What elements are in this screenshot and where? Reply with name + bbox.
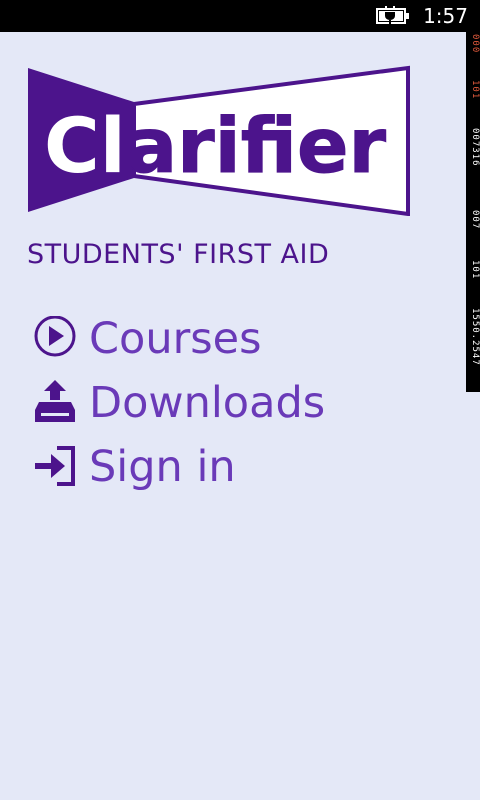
menu-label-downloads: Downloads — [89, 378, 326, 428]
debug-counter: 007316 — [470, 128, 480, 167]
status-clock: 1:57 — [423, 4, 468, 28]
debug-counter: 101 — [470, 260, 480, 280]
status-bar: 1:57 — [0, 0, 480, 32]
debug-counter: 101 — [470, 80, 480, 100]
menu-label-sign-in: Sign in — [89, 442, 236, 492]
battery-charging-icon — [376, 6, 409, 24]
app-subtitle: STUDENTS' FIRST AID — [27, 239, 330, 270]
download-tray-icon — [35, 380, 75, 422]
debug-counter: 000 — [470, 34, 480, 54]
menu-item-downloads[interactable]: Downloads — [30, 372, 370, 436]
sign-in-icon — [35, 446, 75, 486]
debug-counter: 1550.2547 — [470, 308, 480, 366]
main-menu: Courses Downloads Sign in — [30, 308, 370, 500]
svg-text:Cl: Cl — [44, 101, 126, 190]
phone-screen: 1:57 Clarifier Cl STUDENTS' FIRST AID Co… — [0, 0, 480, 800]
debug-counter: 007 — [470, 210, 480, 230]
clarifier-logo: Clarifier Cl — [28, 65, 410, 216]
play-circle-icon — [34, 316, 76, 357]
app-main: Clarifier Cl STUDENTS' FIRST AID Courses — [0, 32, 480, 800]
menu-label-courses: Courses — [89, 314, 262, 364]
frame-rate-counter: 000 101 007316 007 101 1550.2547 — [466, 32, 480, 392]
menu-item-courses[interactable]: Courses — [30, 308, 370, 372]
menu-item-sign-in[interactable]: Sign in — [30, 436, 370, 500]
